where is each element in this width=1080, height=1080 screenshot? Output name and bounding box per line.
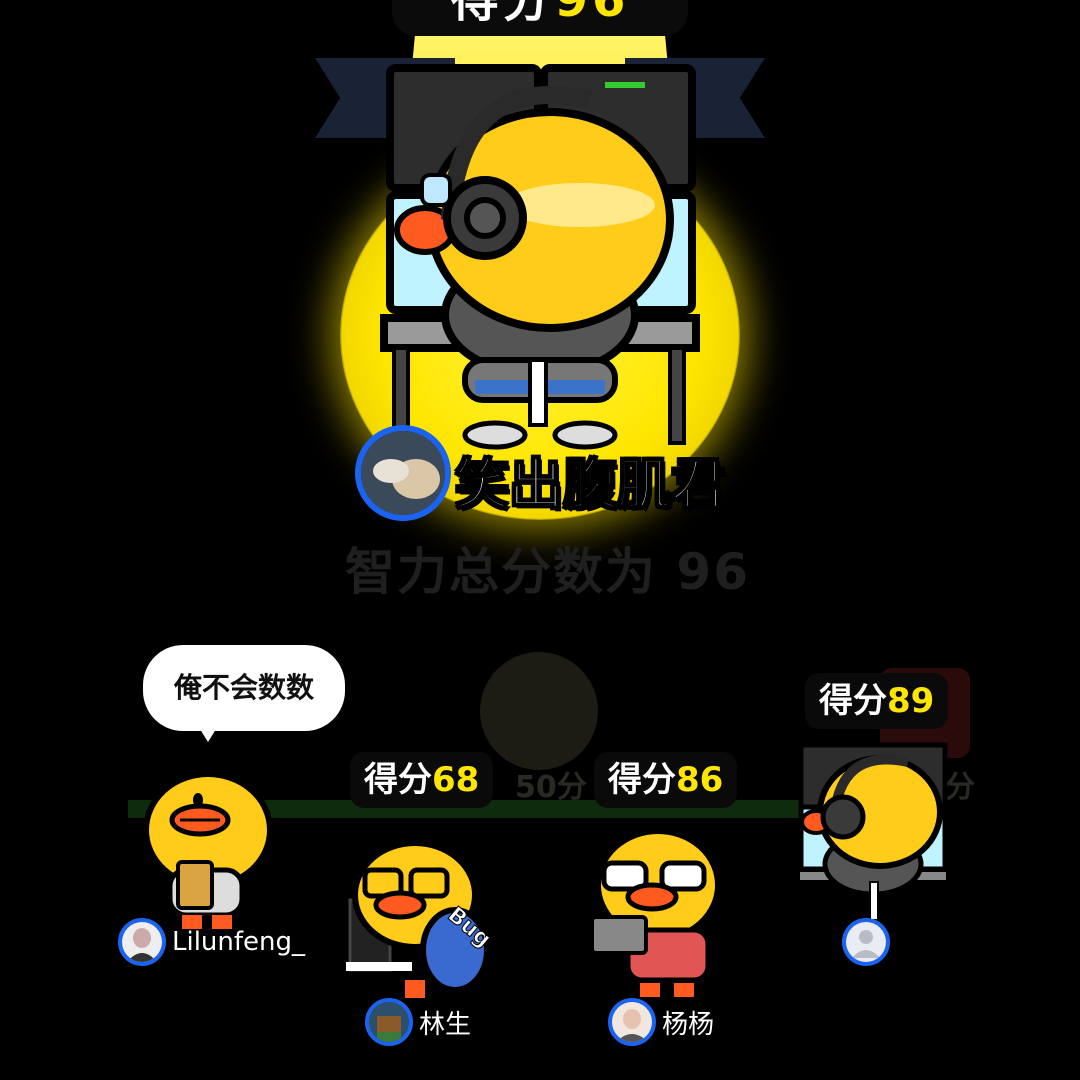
progress-bar xyxy=(346,962,412,971)
winner-score-value: 96 xyxy=(554,0,630,28)
player-label-3[interactable]: 杨杨 xyxy=(608,998,714,1046)
envelope-icon xyxy=(176,860,214,910)
player-score-tag-3: 得分86 xyxy=(594,752,738,808)
player-duck-3 xyxy=(590,828,721,997)
player-score-tag-2: 得分68 xyxy=(350,752,494,808)
player-duck-4 xyxy=(798,742,948,921)
winner-name: 笑出腹肌君 xyxy=(454,452,726,517)
winner-duck-at-desk xyxy=(380,64,700,450)
player-score-tag-4: 得分89 xyxy=(805,673,949,729)
player-label-1[interactable]: Lilunfeng_ xyxy=(118,918,305,966)
player-name: 林生 xyxy=(419,1009,472,1040)
avatar[interactable] xyxy=(365,998,413,1046)
laptop-icon xyxy=(590,915,648,955)
speech-bubble-tail xyxy=(198,726,218,742)
player-label-4[interactable] xyxy=(842,918,896,966)
avatar[interactable] xyxy=(608,998,656,1046)
winner-score-banner: 得分96 xyxy=(392,0,688,36)
player-duck-1 xyxy=(143,771,273,929)
coin-value-label: 50分 xyxy=(515,770,587,805)
player-name: Lilunfeng_ xyxy=(172,927,306,957)
avatar[interactable] xyxy=(118,918,166,966)
total-score-text: 智力总分数为 96 xyxy=(345,543,751,601)
winner-avatar[interactable] xyxy=(355,425,451,521)
default-avatar-icon[interactable] xyxy=(842,918,890,966)
speech-bubble: 俺不会数数 xyxy=(143,645,345,731)
winner-score-label: 得分 xyxy=(450,0,555,28)
gift-value-label: 分 xyxy=(945,770,975,805)
bunny-coin-icon xyxy=(480,652,598,770)
player-name: 杨杨 xyxy=(662,1009,715,1040)
player-label-2[interactable]: 林生 xyxy=(365,998,471,1046)
